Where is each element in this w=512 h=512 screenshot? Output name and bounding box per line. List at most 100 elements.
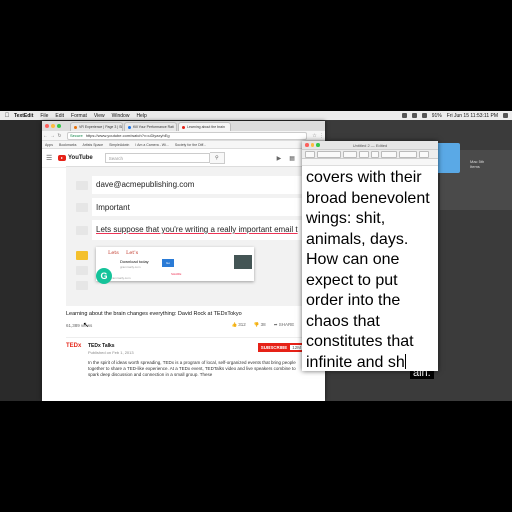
minimize-window-button[interactable]	[310, 143, 314, 147]
menu-icon[interactable]: ⋮	[318, 133, 325, 139]
menu-window[interactable]: Window	[112, 113, 130, 119]
youtube-logo-text: YouTube	[68, 155, 93, 161]
video-description: In the spirit of ideas worth spreading, …	[88, 360, 296, 377]
font-style-select[interactable]	[343, 150, 357, 158]
popup-word-2: Let's	[126, 250, 139, 256]
secure-label: Secure	[70, 133, 83, 138]
tab-label: VR Experience | Page 3 | Sl	[79, 125, 123, 129]
clock[interactable]: Fri Jun 15 11:53:11 PM	[447, 113, 498, 119]
document-title: Untitled 2 — Edited	[352, 142, 388, 148]
popup-share: SHARE	[171, 272, 182, 276]
address-bar[interactable]: Secure https://www.youtube.com/watch?v=u…	[67, 131, 307, 140]
menu-file[interactable]: File	[40, 113, 48, 119]
mac-menubar:  TextEdit File Edit Format View Window …	[0, 111, 512, 120]
menu-view[interactable]: View	[94, 113, 105, 119]
browser-tab[interactable]: VR Experience | Page 3 | Sl	[70, 122, 123, 131]
video-email-text: dave@acmepublishing.com	[96, 180, 195, 189]
battery-percent[interactable]: 91%	[432, 113, 442, 119]
ad-popup[interactable]: Lets Let's Download today grammarly.com …	[96, 247, 254, 281]
like-button[interactable]: 👍 312	[231, 322, 245, 328]
paragraph-style-select[interactable]	[305, 150, 315, 158]
popup-site: grammarly.com	[120, 265, 141, 269]
share-button[interactable]: ➦ SHARE	[274, 322, 295, 328]
bookmark-item[interactable]: Society for the Diff...	[175, 143, 206, 147]
like-count: 312	[238, 322, 246, 327]
close-window-button[interactable]	[305, 143, 309, 147]
tab-favicon	[182, 125, 185, 129]
text-line: broad benevolent	[306, 189, 430, 207]
menu-edit[interactable]: Edit	[55, 113, 64, 119]
dislike-button[interactable]: 👎 38	[254, 322, 266, 328]
text-line: expect to put	[306, 271, 398, 289]
tab-strip: VR Experience | Page 3 | Sl Kill Your Pe…	[42, 121, 325, 131]
video-body-text: Lets suppose that you're writing a reall…	[96, 225, 298, 234]
forward-icon[interactable]: →	[49, 133, 56, 139]
text-color-button[interactable]	[371, 150, 379, 158]
channel-logo[interactable]: TEDx	[66, 343, 88, 349]
text-line: order into the	[306, 292, 401, 309]
popup-word-1: Lets	[108, 250, 119, 256]
back-icon[interactable]: ←	[42, 133, 49, 139]
browser-tab-active[interactable]: Learning about the brain	[178, 122, 231, 131]
reload-icon[interactable]: ↻	[56, 133, 63, 139]
grammarly-logo-icon: G	[96, 268, 112, 284]
ruler[interactable]	[302, 159, 438, 166]
font-family-select[interactable]	[317, 150, 341, 158]
subscribe-button[interactable]: SUBSCRIBE 12M	[257, 343, 306, 352]
mouse-cursor-icon: ↖	[83, 322, 89, 329]
minimize-window-button[interactable]	[51, 124, 55, 128]
bookmarks-bar: Apps Bookmarks Artists Space SimpleAdwin…	[42, 141, 325, 149]
close-window-button[interactable]	[45, 124, 49, 128]
browser-tab[interactable]: Kill Your Performance Rati	[124, 122, 177, 131]
search-icon[interactable]: ⚲	[209, 152, 225, 164]
video-side-block	[76, 266, 88, 275]
divider	[66, 166, 306, 167]
published-date: Published on Feb 1, 2013	[88, 350, 134, 355]
youtube-play-icon	[58, 155, 66, 161]
alignment-buttons[interactable]	[399, 150, 417, 158]
popup-footer: grammarly.com	[110, 276, 131, 280]
channel-name[interactable]: TEDx Talks	[88, 343, 134, 349]
url-text: https://www.youtube.com/watch?v=uDiyaxyh…	[85, 133, 170, 138]
document-text-area[interactable]: covers with their broad benevolent wings…	[302, 166, 438, 371]
search-input[interactable]: Search	[104, 153, 210, 163]
bookmark-item[interactable]: SimpleAdwin	[109, 143, 129, 147]
wifi-icon[interactable]	[411, 113, 417, 118]
text-caret	[404, 353, 406, 369]
spotlight-icon[interactable]	[503, 113, 508, 118]
text-line-last: infinite and sh	[306, 353, 434, 372]
font-size-select[interactable]	[359, 150, 369, 158]
bold-italic-buttons[interactable]	[381, 150, 397, 158]
chrome-window: VR Experience | Page 3 | Sl Kill Your Pe…	[42, 121, 325, 401]
youtube-logo[interactable]: YouTube	[58, 155, 93, 161]
textedit-window: Untitled 2 — Edited covers with their br…	[302, 141, 438, 371]
video-player[interactable]: dave@acmepublishing.com Important Lets s…	[66, 166, 306, 306]
menu-format[interactable]: Format	[71, 113, 87, 119]
popup-button[interactable]: Go	[162, 259, 174, 267]
bookmark-item[interactable]: I Am a Camera - Wi...	[135, 143, 168, 147]
bookmark-item[interactable]: Artists Space	[83, 143, 104, 147]
status-icon[interactable]	[401, 113, 407, 118]
hamburger-menu-icon[interactable]: ☰	[46, 154, 54, 162]
video-side-yellow	[76, 251, 88, 260]
apps-icon[interactable]: ▦	[289, 155, 295, 162]
share-label: SHARE	[278, 322, 295, 327]
text-line: constitutes that	[306, 333, 414, 350]
star-icon[interactable]: ☆	[311, 133, 318, 139]
volume-icon[interactable]	[421, 113, 427, 118]
tab-favicon	[74, 125, 77, 129]
bookmark-item[interactable]: Bookmarks	[59, 143, 77, 147]
text-line: How can one	[306, 251, 400, 268]
tab-favicon	[128, 125, 131, 129]
menu-help[interactable]: Help	[136, 113, 146, 119]
popup-download: Download today	[120, 259, 149, 264]
zoom-window-button[interactable]	[316, 143, 320, 147]
spacing-select[interactable]	[419, 150, 429, 158]
upload-icon[interactable]: ▶	[277, 155, 282, 162]
view-count: 61,389 views	[66, 322, 93, 328]
bookmark-item[interactable]: Apps	[45, 143, 53, 147]
menu-app-name[interactable]: TextEdit	[14, 113, 33, 119]
apple-icon[interactable]: 	[0, 113, 14, 119]
zoom-window-button[interactable]	[57, 124, 61, 128]
tab-label: Kill Your Performance Rati	[133, 125, 174, 129]
